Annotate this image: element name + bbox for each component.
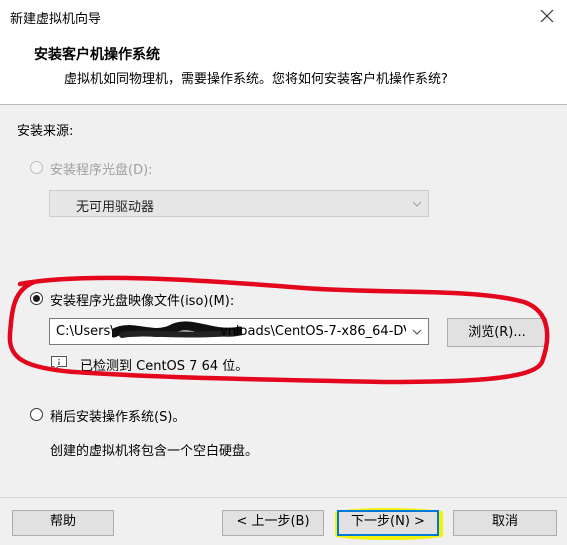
close-button[interactable] [533, 4, 561, 28]
window-title: 新建虚拟机向导 [10, 12, 102, 27]
install-later-description: 创建的虚拟机将包含一个空白硬盘。 [50, 444, 259, 459]
radio-install-later[interactable] [30, 408, 43, 421]
installer-disc-label: 安装程序光盘(D): [50, 163, 153, 178]
install-later-label: 稍后安装操作系统(S)。 [50, 410, 186, 425]
red-annotation-circle [7, 275, 550, 385]
wizard-header: 安装客户机操作系统 虚拟机如同物理机，需要操作系统。您将如何安装客户机操作系统? [0, 32, 567, 105]
next-button[interactable]: 下一步(N) > [337, 510, 439, 536]
install-source-label: 安装来源: [17, 124, 74, 139]
footer-divider [0, 497, 567, 498]
disc-drive-value: 无可用驱动器 [76, 200, 155, 215]
page-subtitle: 虚拟机如同物理机，需要操作系统。您将如何安装客户机操作系统? [64, 72, 448, 87]
help-button[interactable]: 帮助 [12, 510, 114, 536]
disc-drive-select[interactable]: 无可用驱动器 [49, 190, 429, 217]
back-button[interactable]: < 上一步(B) [222, 510, 324, 536]
page-title: 安装客户机操作系统 [34, 47, 160, 63]
title-bar: 新建虚拟机向导 [0, 0, 567, 32]
close-icon [540, 9, 554, 23]
chevron-down-icon [410, 195, 424, 213]
cancel-button[interactable]: 取消 [453, 510, 557, 536]
radio-installer-disc[interactable] [30, 161, 43, 174]
new-vm-wizard-dialog: 新建虚拟机向导 安装客户机操作系统 虚拟机如同物理机，需要操作系统。您将如何安装… [0, 0, 567, 545]
